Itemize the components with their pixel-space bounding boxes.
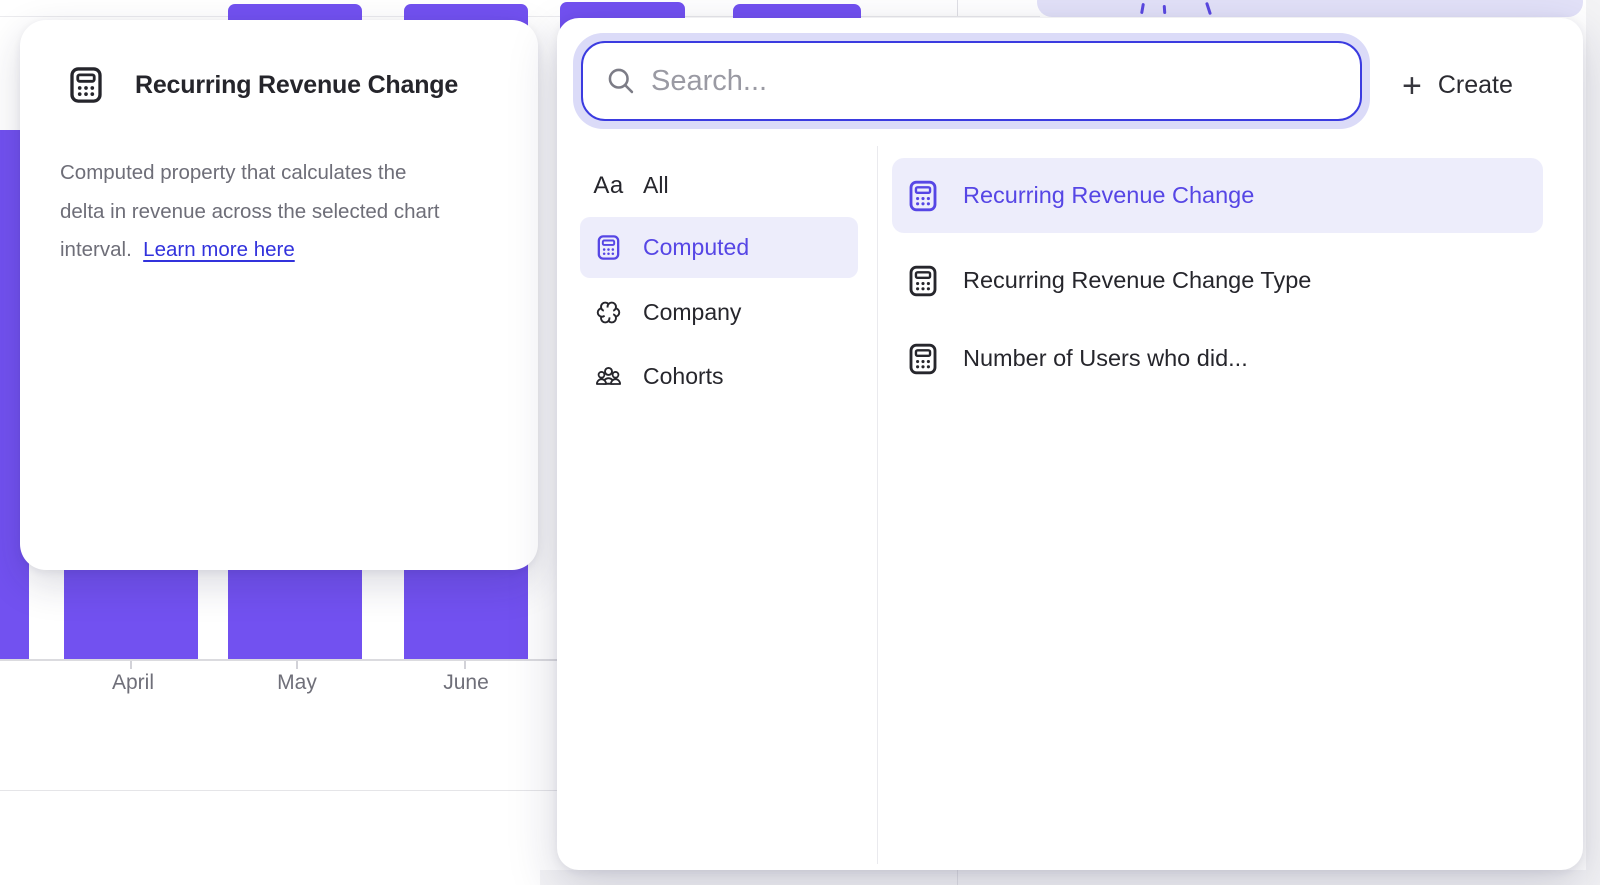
tooltip-desc-line3: interval. <box>60 238 143 261</box>
cohorts-icon <box>594 362 623 391</box>
calculator-icon <box>65 64 107 106</box>
result-label: Number of Users who did... <box>963 345 1248 372</box>
category-label: All <box>643 172 669 199</box>
panel-divider <box>877 146 878 864</box>
screen: April May June Recurring Revenue Change … <box>0 0 1600 885</box>
axis-tick-june <box>464 661 466 669</box>
search-input[interactable] <box>583 43 1360 119</box>
page-column-divider-top <box>957 0 958 16</box>
property-picker-panel: + Create Aa All Computed Company <box>557 18 1583 870</box>
calculator-icon <box>905 341 941 377</box>
axis-tick-april <box>130 661 132 669</box>
tooltip-desc-line1: Computed property that calculates the <box>60 161 406 184</box>
pill-text-fragment <box>1163 5 1167 14</box>
calculator-icon <box>594 233 623 262</box>
axis-label-april: April <box>112 671 154 695</box>
company-icon <box>594 298 623 327</box>
create-button-label: Create <box>1438 71 1513 100</box>
category-label: Company <box>643 299 741 326</box>
page-background-strip-right <box>1586 0 1600 885</box>
tooltip-desc-line2: delta in revenue across the selected cha… <box>60 200 439 223</box>
pill-text-fragment <box>1205 2 1212 15</box>
calculator-icon <box>905 178 941 214</box>
plus-icon: + <box>1402 69 1422 103</box>
axis-label-june: June <box>443 671 489 695</box>
search-box[interactable] <box>581 41 1362 121</box>
result-number-of-users-who-did[interactable]: Number of Users who did... <box>892 321 1543 396</box>
axis-label-may: May <box>277 671 317 695</box>
learn-more-link[interactable]: Learn more here <box>143 238 295 261</box>
selected-property-pill[interactable] <box>1037 0 1583 17</box>
result-recurring-revenue-change-type[interactable]: Recurring Revenue Change Type <box>892 243 1543 318</box>
result-label: Recurring Revenue Change <box>963 182 1254 209</box>
axis-tick-may <box>296 661 298 669</box>
category-computed[interactable]: Computed <box>580 217 858 278</box>
search-focus-halo <box>573 33 1370 129</box>
property-tooltip-card: Recurring Revenue Change Computed proper… <box>20 20 538 570</box>
pill-text-fragment <box>1140 3 1145 14</box>
category-label: Computed <box>643 234 749 261</box>
page-background-strip <box>540 870 1600 885</box>
category-all[interactable]: Aa All <box>580 155 858 216</box>
tooltip-description: Computed property that calculates the de… <box>60 154 504 270</box>
category-cohorts[interactable]: Cohorts <box>580 346 858 407</box>
result-recurring-revenue-change[interactable]: Recurring Revenue Change <box>892 158 1543 233</box>
category-company[interactable]: Company <box>580 282 858 343</box>
text-format-icon: Aa <box>594 171 623 200</box>
category-label: Cohorts <box>643 363 724 390</box>
calculator-icon <box>905 263 941 299</box>
result-label: Recurring Revenue Change Type <box>963 267 1311 294</box>
tooltip-title: Recurring Revenue Change <box>135 71 458 100</box>
create-button[interactable]: + Create <box>1402 58 1513 113</box>
page-column-divider-bottom <box>957 870 958 885</box>
tooltip-header: Recurring Revenue Change <box>65 64 458 106</box>
